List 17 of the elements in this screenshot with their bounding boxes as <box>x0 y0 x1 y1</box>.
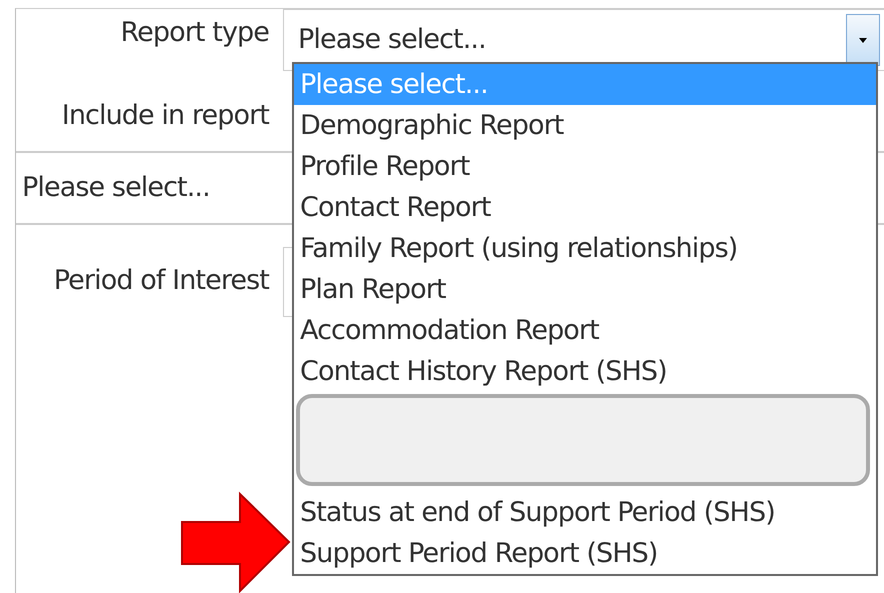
field-label: Include in report <box>62 100 269 131</box>
dropdown-option[interactable]: Contact History Report (SHS) <box>294 351 876 392</box>
dropdown-option[interactable]: Accommodation Report <box>294 310 876 351</box>
dropdown-option[interactable]: Demographic Report <box>294 105 876 146</box>
dropdown-option[interactable]: Profile Report <box>294 146 876 187</box>
arrow-icon <box>181 492 290 593</box>
caret-icon <box>859 38 867 42</box>
dropdown-option[interactable]: Support Period Report (SHS) <box>294 533 876 574</box>
dropdown-option[interactable]: Status at end of Support Period (SHS) <box>294 492 876 533</box>
select-value: Please select... <box>22 170 210 205</box>
field-label: Period of Interest <box>54 265 269 296</box>
dropdown-option[interactable]: Contact Report <box>294 187 876 228</box>
select-value: Please select... <box>298 22 486 57</box>
dropdown-button[interactable] <box>846 14 880 66</box>
dropdown-option[interactable]: Plan Report <box>294 269 876 310</box>
dropdown-option[interactable]: Family Report (using relationships) <box>294 228 876 269</box>
field-label: Report type <box>120 17 269 48</box>
